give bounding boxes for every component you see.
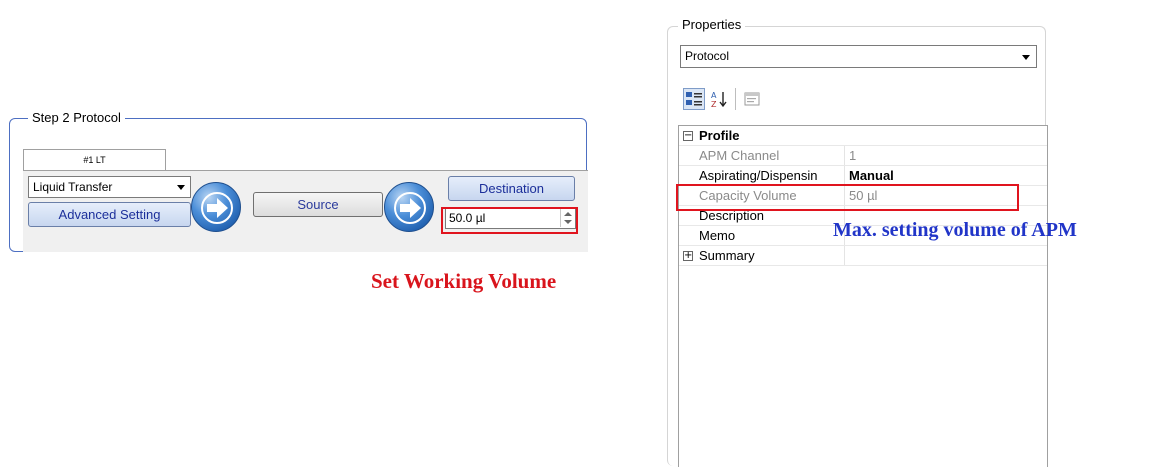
tab-lt[interactable]: #1 LT	[23, 149, 166, 171]
set-working-volume-caption: Set Working Volume	[371, 269, 557, 293]
svg-text:A: A	[711, 91, 717, 100]
volume-highlight-box	[441, 207, 578, 234]
chevron-down-icon	[177, 185, 185, 190]
property-value: Manual	[849, 168, 894, 183]
categorized-icon[interactable]	[683, 88, 705, 110]
property-pages-icon[interactable]	[741, 88, 763, 110]
expand-icon[interactable]: +	[683, 251, 693, 261]
collapse-icon[interactable]: −	[683, 131, 693, 141]
max-volume-caption: Max. setting volume of APM	[833, 219, 1077, 241]
category-label: Profile	[699, 128, 740, 143]
transfer-type-select[interactable]: Liquid Transfer	[28, 176, 191, 198]
object-selector[interactable]: Protocol	[680, 45, 1037, 68]
toolbar-separator	[735, 88, 736, 110]
svg-text:Z: Z	[711, 100, 717, 109]
step-protocol-title: Step 2 Protocol	[28, 110, 125, 125]
destination-button[interactable]: Destination	[448, 176, 575, 201]
transfer-type-value: Liquid Transfer	[33, 180, 113, 194]
advanced-setting-button[interactable]: Advanced Setting	[28, 202, 191, 227]
capacity-highlight-box	[676, 184, 1019, 211]
alphabetical-sort-icon[interactable]: A Z	[708, 88, 730, 110]
object-selector-value: Protocol	[685, 49, 730, 63]
category-label: Summary	[699, 248, 755, 263]
chevron-down-icon	[1022, 55, 1030, 60]
source-button[interactable]: Source	[253, 192, 383, 217]
property-row[interactable]: APM Channel 1	[679, 146, 1047, 166]
property-name: Memo	[699, 228, 736, 243]
column-divider	[844, 146, 845, 165]
property-value: 1	[849, 148, 857, 163]
arrow-right-icon	[191, 182, 241, 232]
category-row-summary[interactable]: + Summary	[679, 246, 1047, 266]
arrow-right-icon	[384, 182, 434, 232]
properties-group: Properties Protocol A Z − Profile APM Ch…	[667, 17, 1048, 467]
property-name: Aspirating/Dispensin	[699, 168, 818, 183]
property-row[interactable]: Aspirating/Dispensin Manual	[679, 166, 1047, 186]
column-divider	[844, 246, 845, 265]
category-row-profile[interactable]: − Profile	[679, 126, 1047, 146]
property-name: APM Channel	[699, 148, 780, 163]
column-divider	[844, 166, 845, 185]
property-grid: − Profile APM Channel 1 Aspirating/Dispe…	[678, 125, 1048, 467]
